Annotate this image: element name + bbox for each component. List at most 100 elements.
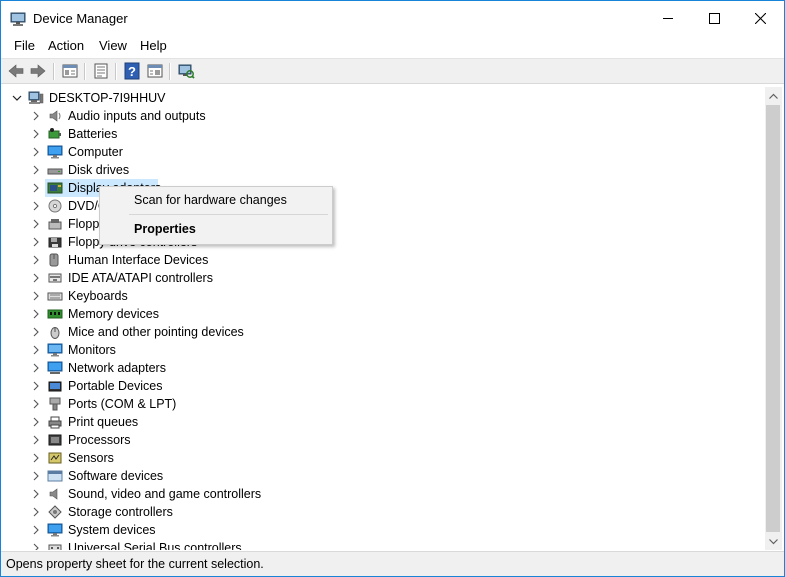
tree-item[interactable]: Ports (COM & LPT) [3, 395, 743, 413]
tree-item[interactable]: Monitors [3, 341, 743, 359]
context-menu-separator [129, 214, 328, 215]
expand-chevron-icon[interactable] [30, 341, 42, 359]
tree-item[interactable]: Storage controllers [3, 503, 743, 521]
tree-item[interactable]: Audio inputs and outputs [3, 107, 743, 125]
expand-chevron-icon[interactable] [30, 359, 42, 377]
expand-chevron-icon[interactable] [30, 503, 42, 521]
context-menu-scan-hardware[interactable]: Scan for hardware changes [134, 193, 287, 207]
tree-item-label: Computer [68, 145, 123, 159]
tree-item-label: Universal Serial Bus controllers [68, 541, 242, 550]
computer-icon [28, 91, 44, 105]
computer-monitor-icon [47, 145, 63, 159]
expand-chevron-icon[interactable] [30, 539, 42, 550]
back-arrow-icon[interactable] [7, 62, 25, 80]
tree-item[interactable]: Keyboards [3, 287, 743, 305]
tree-item[interactable]: Software devices [3, 467, 743, 485]
tree-item-label: Sensors [68, 451, 114, 465]
tree-item[interactable]: Portable Devices [3, 377, 743, 395]
tree-item[interactable]: Sound, video and game controllers [3, 485, 743, 503]
expand-chevron-icon[interactable] [30, 143, 42, 161]
collapse-chevron-icon[interactable] [11, 89, 23, 107]
expand-chevron-icon[interactable] [30, 377, 42, 395]
portable-device-icon [47, 379, 63, 393]
tree-item[interactable]: Memory devices [3, 305, 743, 323]
memory-icon [47, 307, 63, 321]
tree-item[interactable]: Disk drives [3, 161, 743, 179]
expand-chevron-icon[interactable] [30, 125, 42, 143]
status-bar: Opens property sheet for the current sel… [1, 551, 784, 576]
printer-icon [47, 415, 63, 429]
title-bar[interactable]: Device Manager [1, 1, 784, 35]
expand-chevron-icon[interactable] [30, 197, 42, 215]
hid-icon [47, 253, 63, 267]
toolbar-separator [115, 63, 117, 80]
battery-icon [47, 127, 63, 141]
update-driver-icon[interactable] [146, 62, 164, 80]
device-tree[interactable]: DESKTOP-7I9HHUV Audio inputs and outputs… [3, 87, 765, 550]
menu-file[interactable]: File [12, 38, 37, 53]
help-icon[interactable]: ? [123, 62, 141, 80]
expand-chevron-icon[interactable] [30, 233, 42, 251]
expand-chevron-icon[interactable] [30, 467, 42, 485]
scrollbar-thumb[interactable] [766, 105, 780, 532]
expand-chevron-icon[interactable] [30, 485, 42, 503]
tree-item-label: IDE ATA/ATAPI controllers [68, 271, 213, 285]
tree-item[interactable]: Print queues [3, 413, 743, 431]
processor-icon [47, 433, 63, 447]
expand-chevron-icon[interactable] [30, 215, 42, 233]
expand-chevron-icon[interactable] [30, 269, 42, 287]
expand-chevron-icon[interactable] [30, 521, 42, 539]
tree-item[interactable]: IDE ATA/ATAPI controllers [3, 269, 743, 287]
tree-item-label: Disk drives [68, 163, 130, 177]
expand-chevron-icon[interactable] [30, 251, 42, 269]
forward-arrow-icon[interactable] [29, 62, 47, 80]
expand-chevron-icon[interactable] [30, 449, 42, 467]
disk-drive-icon [47, 163, 63, 177]
maximize-icon [708, 12, 720, 24]
tree-item-label: Batteries [68, 127, 118, 141]
tree-item[interactable]: System devices [3, 521, 743, 539]
tree-item-label: Sound, video and game controllers [68, 487, 262, 501]
properties-sheet-icon[interactable] [92, 62, 110, 80]
tree-item-label: Human Interface Devices [68, 253, 209, 267]
tree-item-label: Monitors [68, 343, 116, 357]
scroll-up-arrow-icon[interactable] [765, 87, 782, 104]
tree-item[interactable]: Processors [3, 431, 743, 449]
expand-chevron-icon[interactable] [30, 323, 42, 341]
context-menu-properties[interactable]: Properties [134, 222, 196, 236]
tree-item[interactable]: Mice and other pointing devices [3, 323, 743, 341]
expand-chevron-icon[interactable] [30, 179, 42, 197]
tree-item[interactable]: Sensors [3, 449, 743, 467]
tree-item-label: Ports (COM & LPT) [68, 397, 177, 411]
scan-hardware-changes-icon[interactable] [177, 62, 195, 80]
menu-action[interactable]: Action [46, 38, 86, 53]
menu-help[interactable]: Help [138, 38, 169, 53]
network-adapter-icon [47, 361, 63, 375]
tree-item[interactable]: Batteries [3, 125, 743, 143]
tree-item[interactable]: Computer [3, 143, 743, 161]
tree-item[interactable]: Human Interface Devices [3, 251, 743, 269]
maximize-button[interactable] [691, 1, 737, 35]
tree-root-row[interactable]: DESKTOP-7I9HHUV [3, 89, 743, 107]
floppy-disk-icon [47, 217, 63, 231]
display-adapter-icon [47, 181, 63, 195]
vertical-scrollbar[interactable] [765, 87, 782, 550]
expand-chevron-icon[interactable] [30, 431, 42, 449]
expand-chevron-icon[interactable] [30, 305, 42, 323]
close-button[interactable] [737, 1, 783, 35]
tree-item[interactable]: Network adapters [3, 359, 743, 377]
minimize-button[interactable] [645, 1, 691, 35]
expand-chevron-icon[interactable] [30, 107, 42, 125]
tree-item[interactable]: Universal Serial Bus controllers [3, 539, 743, 550]
window-title: Device Manager [33, 11, 128, 26]
sound-controller-icon [47, 487, 63, 501]
expand-chevron-icon[interactable] [30, 287, 42, 305]
scroll-down-arrow-icon[interactable] [765, 533, 782, 550]
expand-chevron-icon[interactable] [30, 161, 42, 179]
tree-item-label: Print queues [68, 415, 139, 429]
menu-view[interactable]: View [97, 38, 129, 53]
expand-chevron-icon[interactable] [30, 413, 42, 431]
system-device-icon [47, 523, 63, 537]
expand-chevron-icon[interactable] [30, 395, 42, 413]
show-hide-console-tree-icon[interactable] [61, 62, 79, 80]
